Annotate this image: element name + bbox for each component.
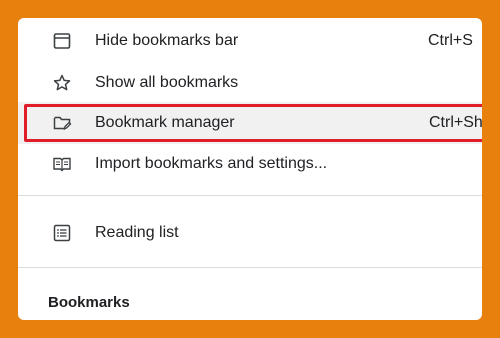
menu-divider-2 xyxy=(18,267,482,268)
menu-divider xyxy=(18,195,482,196)
import-book-icon xyxy=(52,154,72,174)
show-all-bookmarks-item[interactable]: Show all bookmarks xyxy=(18,62,482,104)
hide-bookmarks-bar-shortcut: Ctrl+S xyxy=(428,32,473,49)
hide-bookmarks-bar-label: Hide bookmarks bar xyxy=(95,32,239,49)
reading-list-icon xyxy=(52,223,72,243)
bookmark-manager-label: Bookmark manager xyxy=(95,114,235,131)
bookmarks-menu-panel: Hide bookmarks bar Ctrl+S Show all bookm… xyxy=(18,18,482,320)
folder-edit-icon xyxy=(52,113,72,133)
bookmarks-section-heading: Bookmarks xyxy=(48,294,130,311)
bookmark-manager-shortcut: Ctrl+Sh xyxy=(429,114,482,131)
import-bookmarks-label: Import bookmarks and settings... xyxy=(95,155,328,172)
reading-list-label: Reading list xyxy=(95,224,179,241)
bookmarks-bar-icon xyxy=(52,31,72,51)
reading-list-item[interactable]: Reading list xyxy=(18,212,482,254)
import-bookmarks-item[interactable]: Import bookmarks and settings... xyxy=(18,143,482,185)
star-icon xyxy=(52,73,72,93)
show-all-bookmarks-label: Show all bookmarks xyxy=(95,74,239,91)
hide-bookmarks-bar-item[interactable]: Hide bookmarks bar Ctrl+S xyxy=(18,20,482,62)
bookmark-manager-item[interactable]: Bookmark manager Ctrl+Sh xyxy=(18,102,482,144)
